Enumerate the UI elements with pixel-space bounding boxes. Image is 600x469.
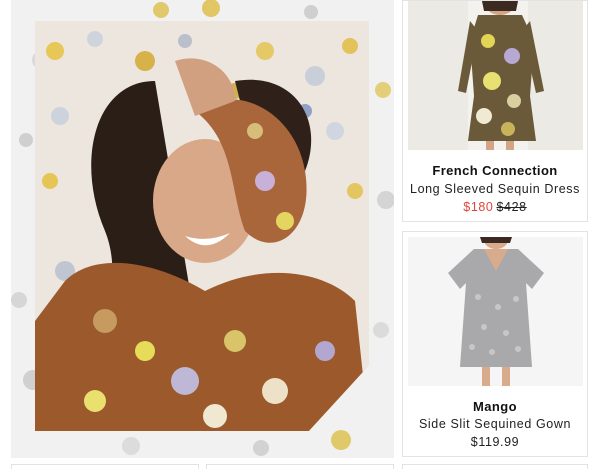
sequin-dress-photo[interactable] bbox=[408, 1, 583, 150]
product-card[interactable]: Mango Side Slit Sequined Gown $119.99 bbox=[402, 231, 588, 457]
next-card-edge bbox=[206, 464, 394, 469]
product-name[interactable]: Side Slit Sequined Gown bbox=[403, 417, 587, 431]
hero-panel bbox=[11, 0, 394, 458]
model-in-sequins-photo[interactable] bbox=[35, 21, 369, 431]
price-row: $119.99 bbox=[403, 435, 587, 449]
original-price: $428 bbox=[496, 200, 527, 214]
price-row: $180 $428 bbox=[403, 200, 587, 214]
product-brand[interactable]: French Connection bbox=[403, 163, 587, 178]
product-card[interactable]: French Connection Long Sleeved Sequin Dr… bbox=[402, 0, 588, 222]
price: $119.99 bbox=[470, 435, 520, 449]
next-card-edge bbox=[402, 464, 588, 469]
next-card-edge bbox=[11, 464, 199, 469]
product-name[interactable]: Long Sleeved Sequin Dress bbox=[403, 182, 587, 196]
sale-price: $180 bbox=[463, 200, 494, 214]
silver-sequin-dress-photo[interactable] bbox=[408, 237, 583, 386]
product-brand[interactable]: Mango bbox=[403, 399, 587, 414]
